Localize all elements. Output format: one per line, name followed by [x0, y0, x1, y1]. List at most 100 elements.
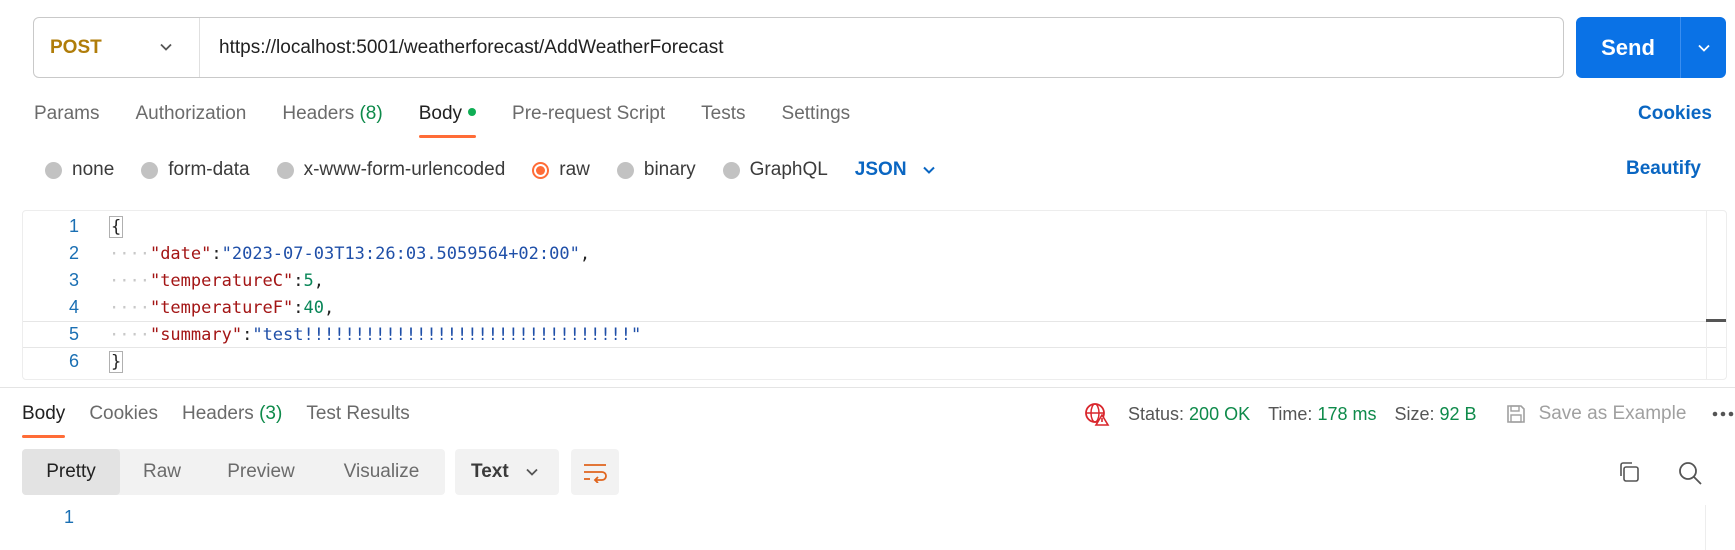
radio-none[interactable]: none — [45, 159, 114, 181]
tab-label: Test Results — [306, 403, 410, 424]
time-value: 178 ms — [1317, 403, 1377, 424]
response-view-switcher: Pretty Raw Preview Visualize — [22, 449, 445, 495]
tab-label: Cookies — [89, 403, 158, 424]
line-number: 3 — [68, 270, 79, 290]
line-code: } — [109, 350, 124, 373]
tab-label: Headers — [282, 103, 355, 124]
code-token: ···· — [109, 297, 150, 318]
time-label: Time: — [1268, 403, 1313, 424]
view-pretty[interactable]: Pretty — [22, 449, 120, 495]
tab-headers[interactable]: Headers (8) — [282, 100, 382, 140]
radio-circle — [616, 161, 634, 179]
status-label: Status: — [1128, 403, 1185, 424]
radio-circle — [722, 161, 740, 179]
tab-settings[interactable]: Settings — [782, 100, 851, 140]
save-example-label: Save as Example — [1538, 403, 1687, 424]
radio-raw[interactable]: raw — [532, 159, 590, 181]
line-number: 5 — [68, 324, 79, 344]
tab-test-results[interactable]: Test Results — [306, 400, 409, 440]
radio-label: none — [72, 159, 115, 180]
body-editor[interactable]: 1 { 2 ····"date":"2023-07-03T13:26:03.50… — [22, 210, 1727, 380]
code-token: "temperatureF" — [149, 297, 294, 318]
code-token: } — [109, 350, 124, 373]
status-value: 200 OK — [1189, 403, 1251, 424]
method-select[interactable]: POST — [34, 18, 200, 77]
url-input[interactable]: https://localhost:5001/weatherforecast/A… — [200, 37, 723, 59]
code-token: "test!!!!!!!!!!!!!!!!!!!!!!!!!!!!!!!!" — [252, 324, 642, 345]
format-label: Text — [471, 461, 509, 482]
code-token: : — [242, 324, 253, 345]
line-code: ····"temperatureF":40, — [109, 298, 334, 318]
response-scrollbar[interactable] — [1705, 505, 1727, 550]
radio-label: binary — [643, 159, 696, 180]
code-token: 5 — [303, 270, 314, 291]
send-button[interactable]: Send — [1576, 17, 1726, 78]
time-info[interactable]: Time: 178 ms — [1268, 404, 1376, 425]
radio-x-www-form-urlencoded[interactable]: x-www-form-urlencoded — [276, 159, 505, 181]
radio-circle — [45, 161, 62, 179]
radio-label: form-data — [168, 159, 250, 180]
chevron-down-icon — [922, 166, 935, 174]
radio-circle — [276, 161, 294, 179]
tab-label: Tests — [701, 103, 746, 124]
wrap-lines-button[interactable] — [571, 449, 619, 495]
tab-label: Body — [22, 403, 66, 424]
globe-warning-icon[interactable] — [1084, 401, 1110, 427]
tab-response-headers[interactable]: Headers (3) — [182, 400, 282, 440]
radio-circle — [141, 161, 159, 179]
tab-tests[interactable]: Tests — [701, 100, 745, 140]
tab-pre-request-script[interactable]: Pre-request Script — [512, 100, 665, 140]
format-select[interactable]: Text — [455, 449, 559, 495]
size-info[interactable]: Size: 92 B — [1394, 404, 1476, 425]
editor-line: 6 } — [23, 348, 1726, 375]
copy-icon[interactable] — [1617, 460, 1641, 484]
cookies-link[interactable]: Cookies — [1638, 103, 1712, 125]
line-number: 2 — [68, 243, 79, 263]
radio-graphql[interactable]: GraphQL — [722, 159, 828, 181]
status-info[interactable]: Status: 200 OK — [1128, 404, 1250, 425]
code-token: "date" — [149, 243, 212, 264]
radio-circle-selected — [532, 161, 550, 179]
size-label: Size: — [1394, 403, 1435, 424]
view-raw[interactable]: Raw — [120, 449, 204, 495]
code-token: , — [313, 270, 324, 291]
tab-label: Headers — [181, 403, 254, 424]
scroll-marker — [1706, 319, 1726, 322]
divider — [0, 387, 1735, 388]
editor-line-current: 5 ····"summary":"test!!!!!!!!!!!!!!!!!!!… — [23, 321, 1726, 348]
code-token: : — [293, 297, 304, 318]
code-token: , — [579, 243, 591, 264]
code-token: ···· — [109, 270, 150, 291]
radio-form-data[interactable]: form-data — [141, 159, 250, 181]
beautify-link[interactable]: Beautify — [1626, 158, 1701, 180]
search-icon[interactable] — [1677, 460, 1703, 486]
chevron-down-icon — [526, 468, 538, 476]
line-code: ····"date":"2023-07-03T13:26:03.5059564+… — [109, 244, 590, 264]
language-select[interactable]: JSON — [855, 159, 937, 181]
tab-response-cookies[interactable]: Cookies — [89, 400, 158, 440]
request-bar: POST https://localhost:5001/weatherforec… — [33, 17, 1564, 78]
more-options-icon[interactable] — [1712, 410, 1734, 418]
tab-label: Body — [418, 103, 463, 124]
radio-binary[interactable]: binary — [616, 159, 696, 181]
tab-params[interactable]: Params — [34, 100, 99, 140]
line-code: { — [109, 215, 124, 238]
code-token: "temperatureC" — [149, 270, 294, 291]
view-visualize[interactable]: Visualize — [318, 449, 445, 495]
save-as-example-button[interactable]: Save as Example — [1505, 403, 1687, 425]
tab-label: Pre-request Script — [512, 103, 666, 124]
code-token: 40 — [303, 297, 324, 318]
view-preview[interactable]: Preview — [204, 449, 318, 495]
tab-authorization[interactable]: Authorization — [135, 100, 246, 140]
code-token: : — [211, 243, 222, 264]
tab-label: Settings — [781, 103, 851, 124]
tab-body[interactable]: Body — [418, 100, 477, 140]
size-value: 92 B — [1439, 403, 1477, 424]
line-code: ····"temperatureC":5, — [109, 271, 324, 291]
method-label: POST — [50, 36, 102, 58]
send-label: Send — [1601, 34, 1655, 60]
editor-scrollbar[interactable] — [1706, 211, 1726, 379]
tab-response-body[interactable]: Body — [22, 400, 66, 440]
headers-count: (8) — [359, 103, 383, 124]
send-options-button[interactable] — [1681, 40, 1726, 56]
